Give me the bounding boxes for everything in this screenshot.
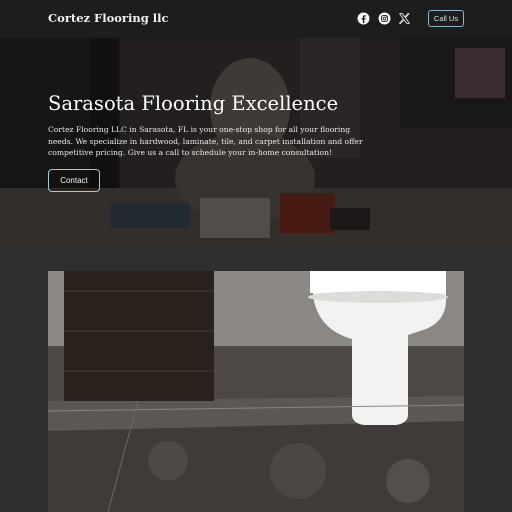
x-icon[interactable]: [398, 12, 411, 25]
hero-section: Sarasota Flooring Excellence Cortez Floo…: [0, 38, 512, 247]
brand-name[interactable]: Cortez Flooring llc: [48, 11, 169, 25]
site-header: Cortez Flooring llc Call Us: [0, 0, 512, 38]
call-us-button[interactable]: Call Us: [428, 10, 464, 27]
facebook-icon[interactable]: [357, 12, 370, 25]
contact-button[interactable]: Contact: [48, 169, 100, 192]
hero-title: Sarasota Flooring Excellence: [48, 92, 339, 115]
hero-description: Cortez Flooring LLC in Sarasota, FL is y…: [48, 125, 363, 157]
bathroom-floor-image: [48, 271, 464, 512]
bathroom-floor-photo: [48, 271, 464, 512]
instagram-icon[interactable]: [378, 12, 391, 25]
